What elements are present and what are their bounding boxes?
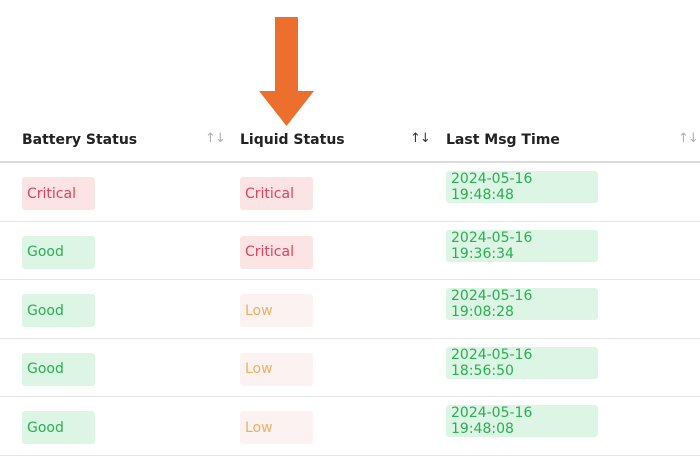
battery-status-badge: Good (22, 294, 95, 327)
table-row[interactable]: Good Low 2024-05-16 19:48:08 (0, 397, 700, 456)
liquid-status-badge: Critical (240, 177, 313, 210)
column-header-liquid-status[interactable]: Liquid Status (240, 118, 345, 161)
sort-icon[interactable]: ↑↓ (410, 131, 431, 146)
battery-status-badge: Good (22, 411, 95, 444)
last-msg-time-badge: 2024-05-16 18:56:50 (446, 346, 598, 379)
sort-icon[interactable]: ↑↓ (205, 131, 226, 146)
column-header-label: Battery Status (22, 131, 138, 148)
column-header-battery-status[interactable]: Battery Status (22, 118, 137, 161)
table-header: Battery Status ↑↓ Liquid Status ↑↓ Last … (0, 118, 700, 163)
annotation-arrow-icon (259, 17, 314, 126)
last-msg-time-badge: 2024-05-16 19:48:08 (446, 405, 598, 437)
battery-status-badge: Good (22, 235, 95, 269)
liquid-status-badge: Low (240, 294, 313, 327)
liquid-status-badge: Critical (240, 235, 313, 269)
last-msg-time-badge: 2024-05-16 19:48:48 (446, 171, 598, 203)
table-row[interactable]: Good Critical 2024-05-16 19:36:34 (0, 222, 700, 280)
column-header-last-msg-time[interactable]: Last Msg Time (446, 118, 560, 161)
table-row[interactable]: Good Low 2024-05-16 19:08:28 (0, 280, 700, 339)
column-header-label: Liquid Status (240, 131, 345, 148)
last-msg-time-badge: 2024-05-16 19:36:34 (446, 229, 598, 262)
sort-icon[interactable]: ↑↓ (678, 131, 699, 146)
table-row[interactable]: Critical Critical 2024-05-16 19:48:48 (0, 163, 700, 222)
status-table: Battery Status ↑↓ Liquid Status ↑↓ Last … (0, 118, 700, 456)
column-header-label: Last Msg Time (446, 131, 560, 148)
battery-status-badge: Critical (22, 177, 95, 210)
battery-status-badge: Good (22, 352, 95, 386)
liquid-status-badge: Low (240, 352, 313, 386)
last-msg-time-badge: 2024-05-16 19:08:28 (446, 288, 598, 320)
liquid-status-badge: Low (240, 411, 313, 444)
table-row[interactable]: Good Low 2024-05-16 18:56:50 (0, 339, 700, 397)
